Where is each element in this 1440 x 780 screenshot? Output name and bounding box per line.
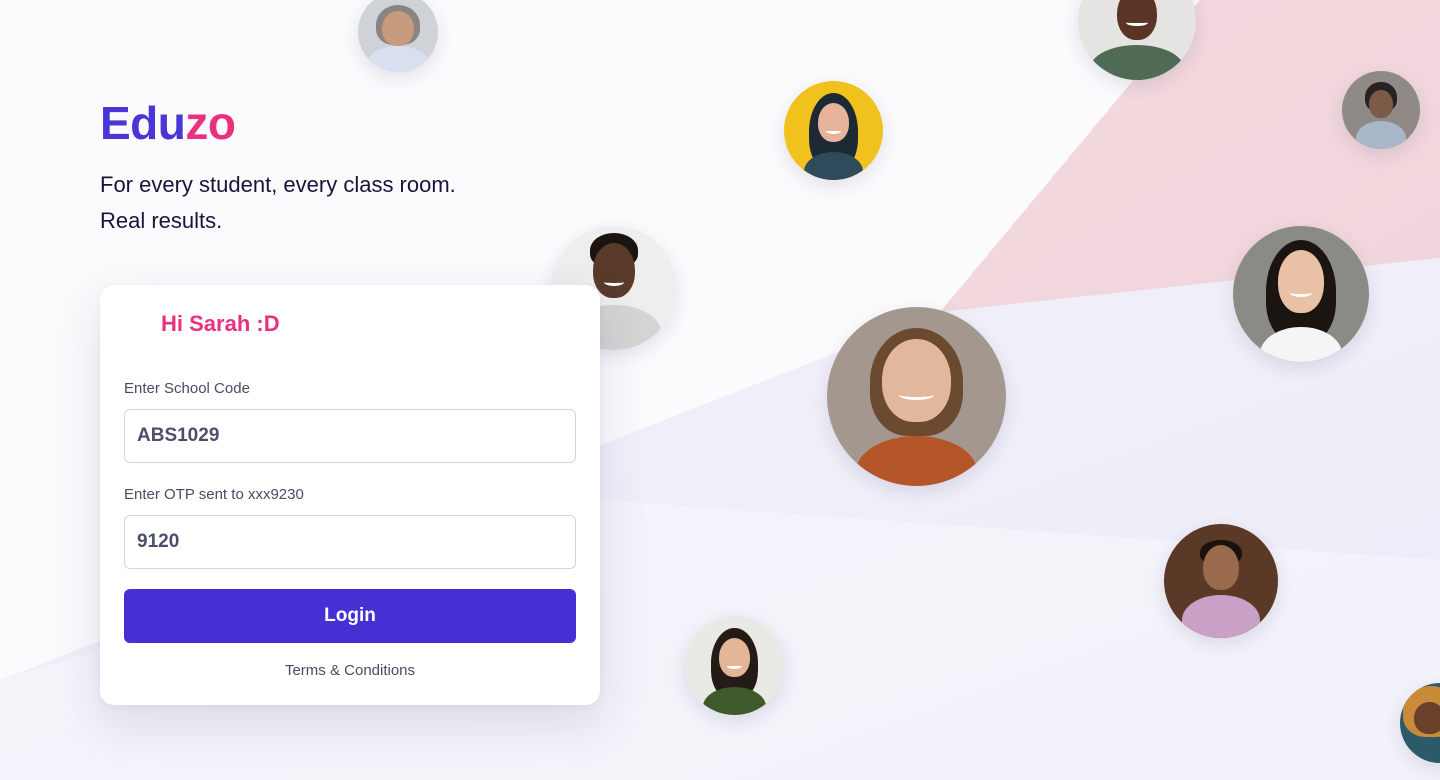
brand-logo-part2: zo <box>185 97 236 149</box>
login-card: Hi Sarah :D Enter School Code Enter OTP … <box>100 285 600 705</box>
greeting-text: Hi Sarah :D <box>161 311 280 336</box>
tagline-line2: Real results. <box>100 208 223 233</box>
otp-label: Enter OTP sent to xxx9230 <box>124 486 304 503</box>
avatar <box>1342 71 1420 149</box>
avatar <box>358 0 438 72</box>
avatar <box>784 81 883 180</box>
otp-input[interactable] <box>124 515 576 569</box>
brand-logo-part1: Edu <box>100 97 186 149</box>
avatar <box>1233 226 1369 362</box>
avatar <box>1078 0 1196 80</box>
tagline-line1: For every student, every class room. <box>100 172 456 197</box>
school-code-input[interactable] <box>124 409 576 463</box>
login-button[interactable]: Login <box>124 589 576 643</box>
brand-logo: Eduzo <box>100 96 236 150</box>
terms-link[interactable]: Terms & Conditions <box>100 662 600 679</box>
avatar <box>1164 524 1278 638</box>
school-code-label: Enter School Code <box>124 380 250 397</box>
tagline: For every student, every class room. Rea… <box>100 167 456 239</box>
avatar <box>685 616 784 715</box>
avatar <box>827 307 1006 486</box>
